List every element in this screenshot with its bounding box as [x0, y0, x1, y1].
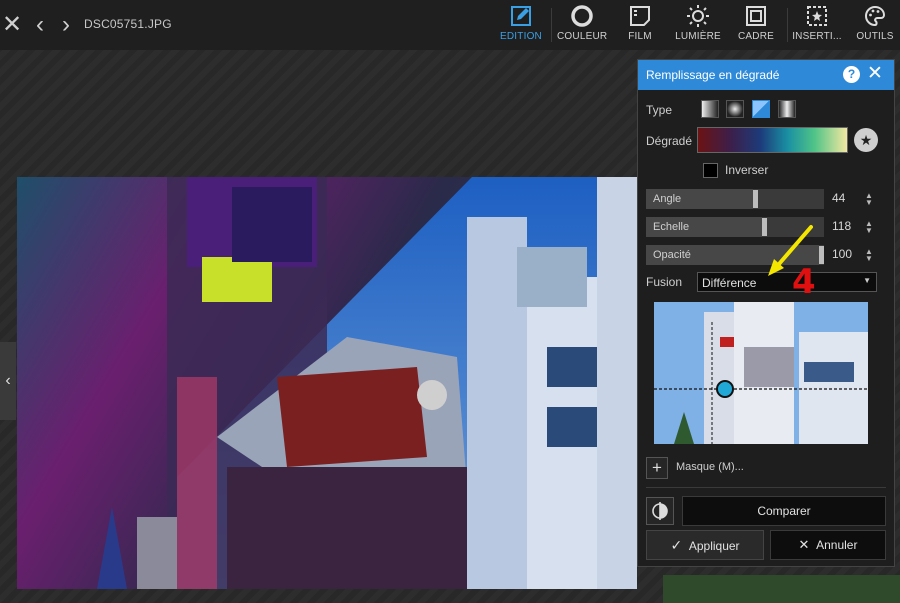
slider-thumb[interactable] [753, 190, 758, 208]
opacity-value[interactable]: 100 [832, 247, 852, 261]
checkmark-icon: ✓ [670, 537, 683, 553]
star-icon[interactable]: ★ [854, 128, 878, 152]
opacity-spinner-icon[interactable]: ▲ ▼ [865, 248, 873, 263]
compare-toggle-icon[interactable] [646, 497, 674, 525]
scale-label: Echelle [653, 221, 690, 233]
palette-icon [865, 5, 886, 27]
previous-arrow-icon[interactable]: ‹ [28, 12, 52, 38]
panel-header: Remplissage en dégradé ? ✕ [638, 60, 894, 90]
tool-cadre[interactable]: CADRE [733, 4, 779, 48]
invert-label: Inverser [725, 163, 769, 177]
tool-insertion[interactable]: INSERTI... [791, 4, 843, 48]
chevron-left-icon: ‹ [5, 372, 11, 389]
compare-button[interactable]: Comparer [682, 496, 886, 526]
tool-film[interactable]: FILM [617, 4, 663, 48]
angle-slider[interactable]: Angle [646, 189, 824, 209]
panel-title: Remplissage en dégradé [646, 68, 780, 82]
opacity-label: Opacité [653, 249, 691, 261]
tool-couleur[interactable]: COULEUR [557, 4, 607, 48]
photo-graphic [17, 177, 637, 589]
radial-gradient-type-icon[interactable] [726, 100, 744, 118]
color-icon [571, 5, 593, 27]
apply-button[interactable]: ✓ Appliquer [646, 530, 764, 560]
linear-gradient-type-icon[interactable] [701, 100, 719, 118]
tool-lumiere[interactable]: LUMIÈRE [674, 4, 722, 48]
tool-edition[interactable]: EDITION [498, 4, 544, 48]
frame-icon [746, 6, 766, 26]
scale-spinner-icon[interactable]: ▲ ▼ [865, 220, 873, 235]
next-arrow-icon[interactable]: › [54, 12, 78, 38]
top-toolbar: ✕ ‹ › DSC05751.JPG EDITION COULEUR FILM … [0, 0, 900, 50]
preview-graphic [654, 302, 868, 444]
angle-value[interactable]: 44 [832, 191, 845, 205]
help-icon[interactable]: ? [843, 66, 860, 83]
background-thumbnail [663, 575, 900, 603]
cancel-button[interactable]: ✕ Annuler [770, 530, 886, 560]
angle-label: Angle [653, 193, 682, 205]
fusion-label: Fusion [646, 275, 683, 289]
gradient-preview-bar[interactable] [697, 127, 848, 153]
annotation-step-number: 4 [792, 262, 816, 302]
reflected-gradient-type-icon[interactable] [778, 100, 796, 118]
edit-icon [511, 6, 531, 26]
angle-spinner-icon[interactable]: ▲ ▼ [865, 192, 873, 207]
square-gradient-type-icon[interactable] [752, 100, 770, 118]
gradient-position-preview[interactable] [654, 302, 868, 444]
close-icon: ✕ [798, 537, 810, 552]
type-label: Type [646, 103, 673, 117]
add-mask-button[interactable]: + [646, 457, 668, 479]
invert-checkbox[interactable] [703, 163, 718, 178]
insert-icon [807, 6, 827, 26]
divider [646, 487, 886, 488]
edited-photo[interactable] [17, 177, 637, 589]
gradient-fill-panel: Remplissage en dégradé ? ✕ Type Dégradé … [637, 59, 895, 567]
file-name: DSC05751.JPG [84, 17, 172, 31]
close-panel-icon[interactable]: ✕ [867, 63, 883, 85]
mask-label[interactable]: Masque (M)... [676, 461, 744, 473]
sun-icon [687, 5, 709, 27]
close-icon[interactable]: ✕ [0, 12, 24, 38]
gradient-label: Dégradé [646, 134, 693, 148]
film-icon [630, 6, 650, 26]
left-panel-toggle[interactable]: ‹ [0, 342, 16, 420]
tool-outils[interactable]: OUTILS [852, 4, 898, 48]
scale-value[interactable]: 118 [832, 219, 851, 233]
dropdown-arrow-icon: ▼ [863, 276, 871, 285]
